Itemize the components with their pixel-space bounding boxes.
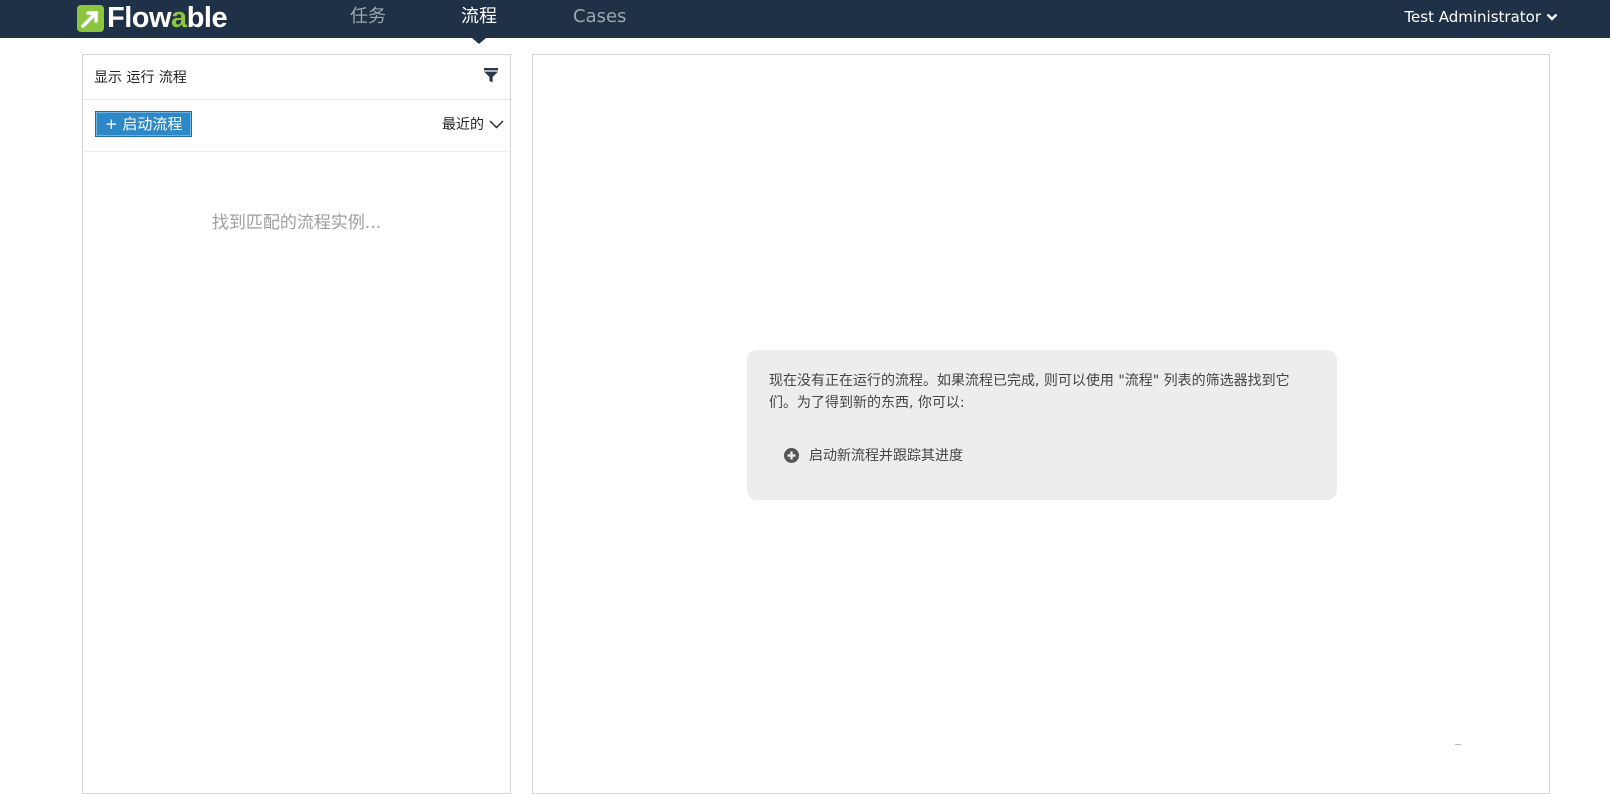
help-text: 现在没有正在运行的流程。如果流程已完成, 则可以使用 "流程" 列表的筛选器找到… [769,373,1290,411]
no-process-help-box: 现在没有正在运行的流程。如果流程已完成, 则可以使用 "流程" 列表的筛选器找到… [747,350,1337,500]
tab-processes[interactable]: 流程 [461,0,497,38]
active-tab-indicator [472,38,486,44]
start-new-process-link[interactable]: 启动新流程并跟踪其进度 [784,445,963,465]
start-new-process-label: 启动新流程并跟踪其进度 [809,448,963,464]
empty-list-message: 找到匹配的流程实例... [211,213,382,233]
flowable-logo[interactable]: Flowable [77,2,228,34]
process-list-title[interactable]: 显示 运行 流程 [94,67,187,87]
process-list-header: 显示 运行 流程 [83,55,510,100]
process-list-panel: 显示 运行 流程 + 启动流程 最近的 找到匹配的流程实例... [82,54,511,794]
process-detail-panel: 现在没有正在运行的流程。如果流程已完成, 则可以使用 "流程" 列表的筛选器找到… [532,54,1550,794]
chevron-down-icon [1546,13,1558,21]
process-list-toolbar: + 启动流程 最近的 [83,100,510,152]
filter-icon[interactable] [484,68,498,83]
flowable-logo-icon [77,4,104,32]
logo-text: Flowable [107,2,228,34]
top-navigation-bar: Flowable 任务 流程 Cases Test Administrator [0,0,1610,38]
divider [1455,744,1461,745]
user-name: Test Administrator [1404,8,1541,26]
start-process-button[interactable]: + 启动流程 [95,111,193,137]
chevron-down-icon [489,120,504,128]
user-menu[interactable]: Test Administrator [1404,0,1558,34]
sort-dropdown[interactable]: 最近的 [442,114,504,134]
plus-circle-icon [784,447,799,463]
tab-cases[interactable]: Cases [573,0,626,38]
tab-tasks[interactable]: 任务 [350,0,386,38]
sort-label: 最近的 [442,117,484,133]
